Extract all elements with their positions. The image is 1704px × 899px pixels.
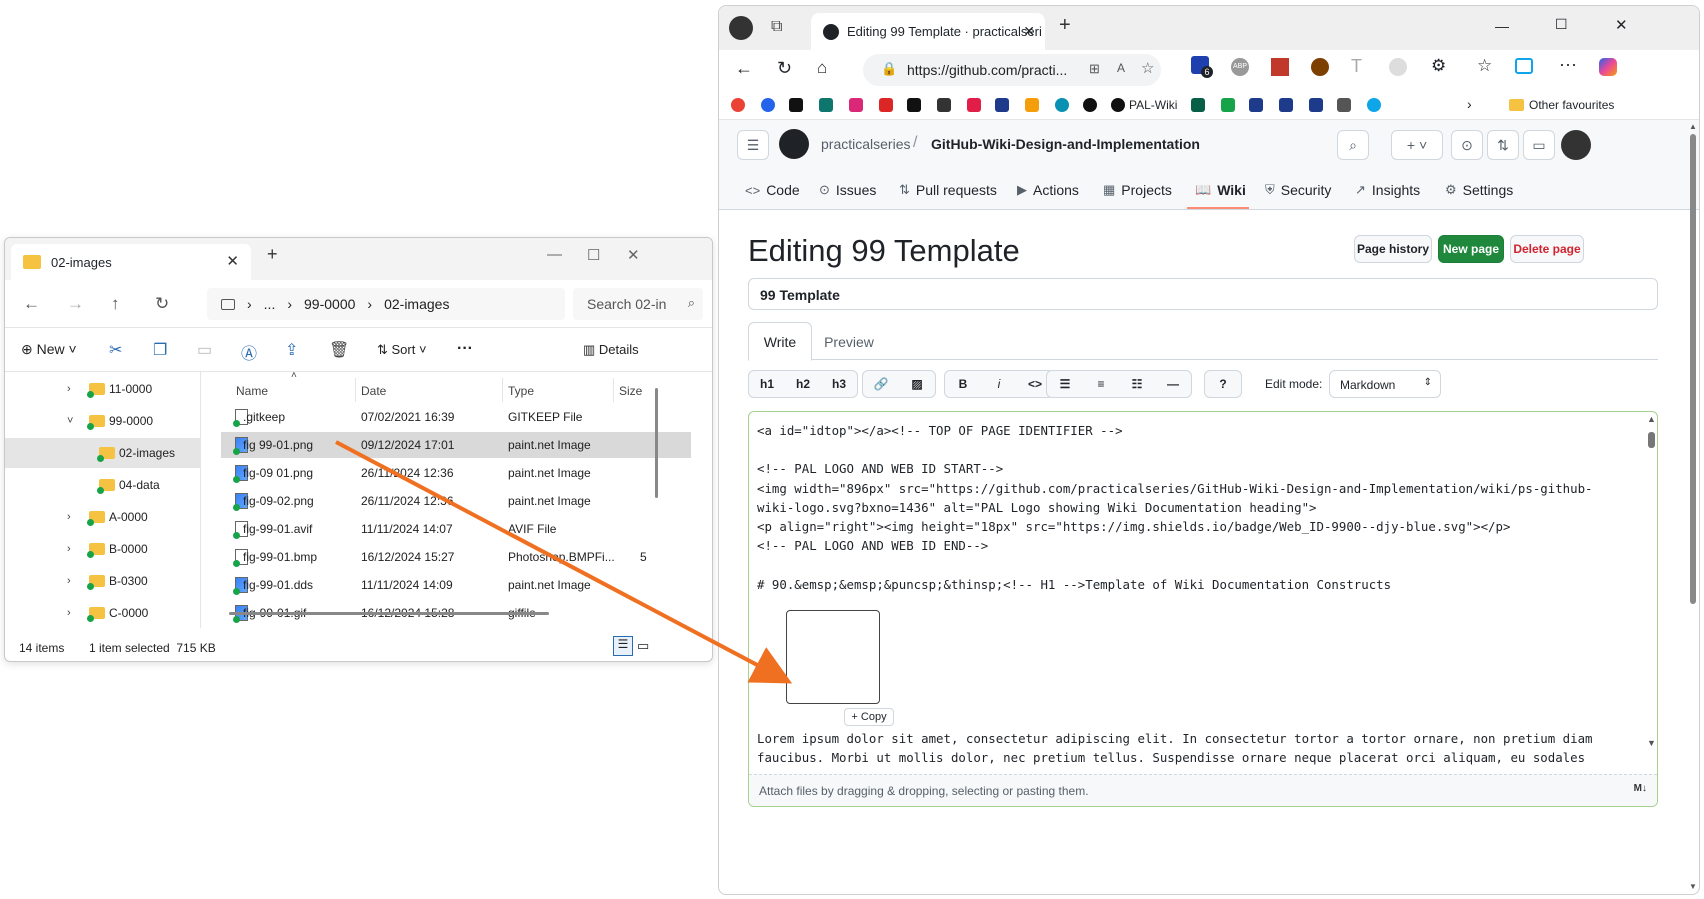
drag-arrow <box>335 440 793 684</box>
drag-arrow-line <box>335 440 793 684</box>
